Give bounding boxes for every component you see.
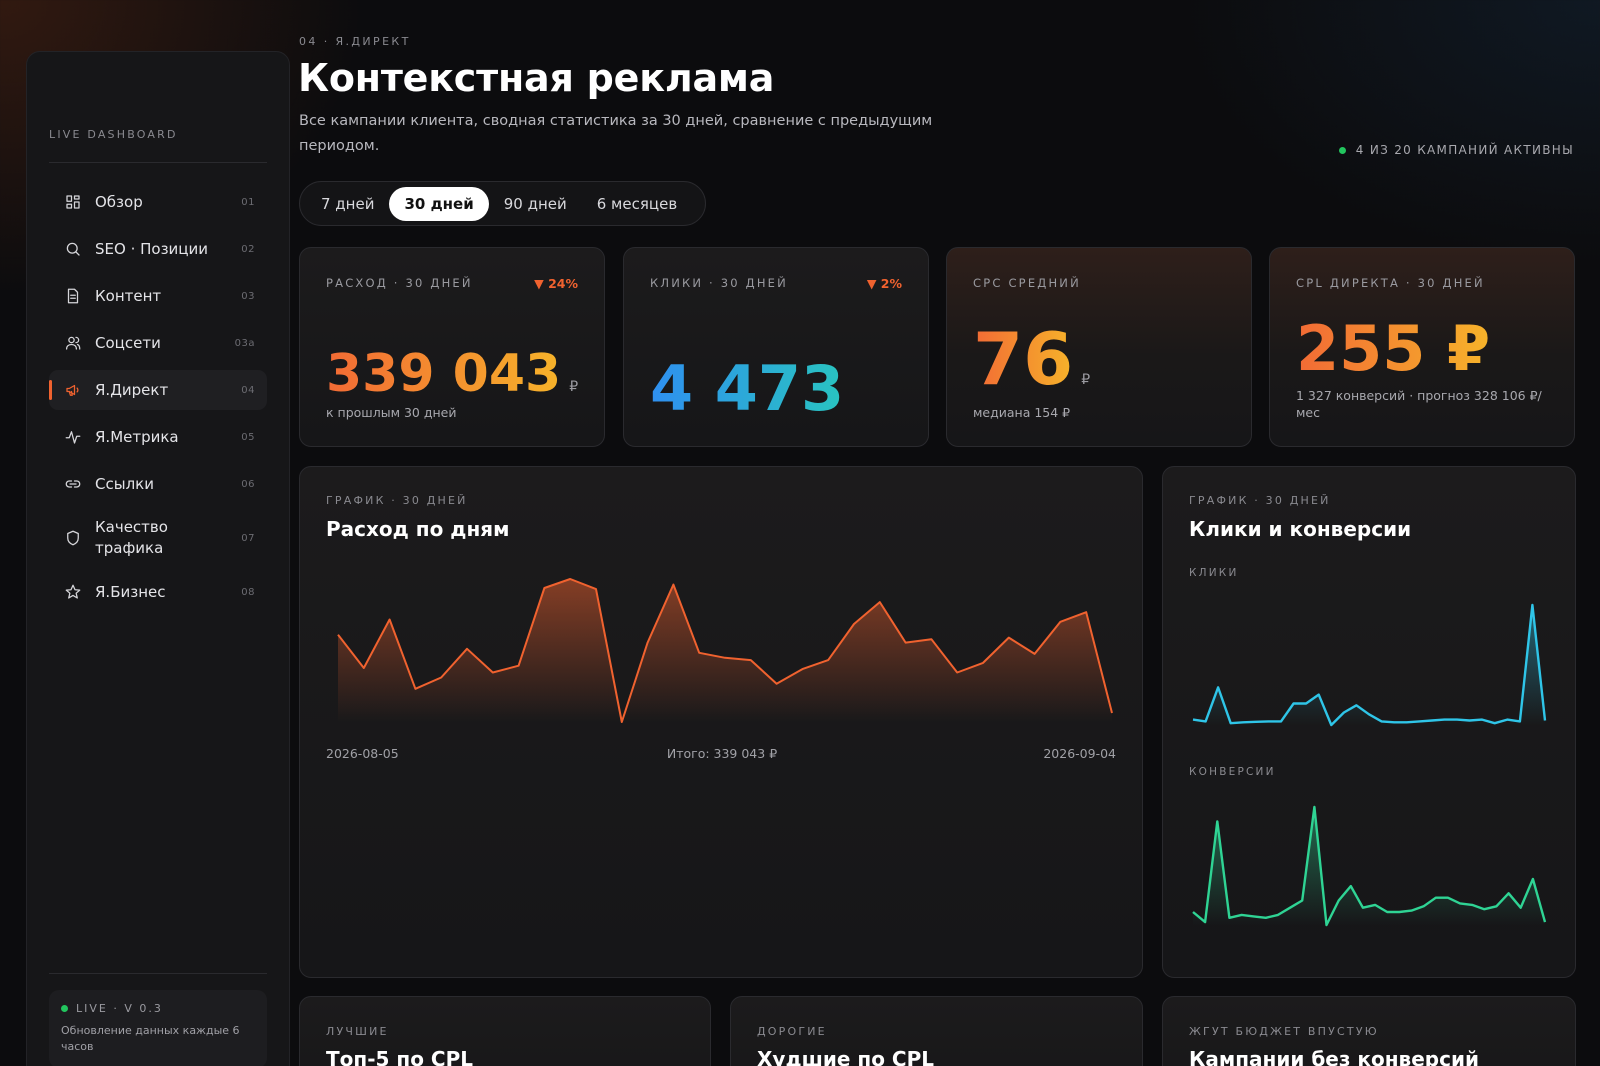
kpi-label: РАСХОД · 30 ДНЕЙ — [326, 276, 473, 290]
sidebar-item-label: Качество трафика — [95, 518, 168, 557]
kpi-value: 255 ₽ — [1296, 318, 1490, 380]
kpi-card-cpl: CPL ДИРЕКТА · 30 ДНЕЙ 255 ₽ 1 327 конвер… — [1269, 247, 1575, 447]
sidebar-item-metrika[interactable]: Я.Метрика 05 — [49, 417, 267, 457]
document-icon — [63, 286, 83, 306]
period-option-6m[interactable]: 6 месяцев — [582, 187, 692, 221]
kpi-value-number: 339 043 — [326, 344, 562, 404]
kpi-label: CPC СРЕДНИЙ — [973, 276, 1081, 290]
kpi-sub: медиана 154 ₽ — [973, 405, 1071, 420]
sidebar-item-number: 03 — [241, 290, 255, 302]
sidebar-item-label: Я.Директ — [95, 380, 169, 399]
link-icon — [63, 474, 83, 494]
sidebar-item-number: 05 — [241, 431, 255, 443]
sidebar-nav: Обзор 01 SEO · Позиции 02 Контент 03 Соц… — [49, 182, 267, 619]
spend-chart — [337, 578, 1113, 723]
sidebar-item-social[interactable]: Соцсети 03a — [49, 323, 267, 363]
page-subtitle: Все кампании клиента, сводная статистика… — [299, 113, 933, 154]
kpi-value: 76 ₽ — [973, 323, 1090, 395]
top5-cpl-card: ЛУЧШИЕ Топ-5 по CPL — [299, 996, 711, 1066]
sidebar-item-number: 06 — [241, 478, 255, 490]
clicks-conversions-chart — [1192, 603, 1547, 927]
sidebar-item-number: 03a — [234, 337, 255, 349]
card-eyebrow: ЖГУТ БЮДЖЕТ ВПУСТУЮ — [1189, 1025, 1379, 1038]
card-eyebrow: ДОРОГИЕ — [757, 1025, 827, 1038]
chart-x-end: 2026-09-04 — [1043, 746, 1116, 761]
kpi-delta: ▼ 2% — [866, 276, 902, 291]
grid-icon — [63, 192, 83, 212]
sidebar-item-traffic-quality[interactable]: Качество трафика 07 — [49, 511, 267, 565]
sidebar-item-number: 02 — [241, 243, 255, 255]
kpi-unit: ₽ — [569, 379, 579, 395]
spend-chart-card: ГРАФИК · 30 ДНЕЙ Расход по дням 2026-08-… — [299, 466, 1143, 978]
kpi-sub: к прошлым 30 дней — [326, 405, 457, 420]
campaign-status-text: 4 ИЗ 20 КАМПАНИЙ АКТИВНЫ — [1355, 143, 1574, 157]
status-dot-icon — [1338, 146, 1346, 154]
sidebar-item-direct[interactable]: Я.Директ 04 — [49, 370, 267, 410]
sidebar-item-number: 04 — [241, 384, 255, 396]
sidebar-item-number: 07 — [241, 532, 255, 544]
sidebar-divider — [49, 162, 267, 163]
card-title: Топ-5 по CPL — [326, 1047, 473, 1066]
period-option-90d[interactable]: 90 дней — [489, 187, 582, 221]
kpi-label: КЛИКИ · 30 ДНЕЙ — [650, 276, 788, 290]
worst-cpl-card: ДОРОГИЕ Худшие по CPL — [730, 996, 1143, 1066]
page-title: Контекстная реклама — [298, 56, 775, 100]
kpi-sub: 1 327 конверсий · прогноз 328 106 ₽/мес — [1296, 388, 1542, 420]
kpi-value: 339 043 ₽ — [326, 348, 578, 400]
sidebar: LIVE DASHBOARD Обзор 01 SEO · Позиции 02… — [26, 51, 290, 1066]
sidebar-item-number: 08 — [241, 586, 255, 598]
kpi-card-clicks: КЛИКИ · 30 ДНЕЙ ▼ 2% 4 473 — [623, 247, 929, 447]
sidebar-item-seo[interactable]: SEO · Позиции 02 — [49, 229, 267, 269]
kpi-value-number: 4 473 — [650, 352, 845, 425]
period-option-30d[interactable]: 30 дней — [389, 186, 489, 221]
kpi-value-number: 76 — [973, 317, 1074, 401]
star-icon — [63, 582, 83, 602]
chart-total: Итого: 339 043 ₽ — [666, 746, 778, 761]
sidebar-item-overview[interactable]: Обзор 01 — [49, 182, 267, 222]
card-title: Кампании без конверсий — [1189, 1047, 1479, 1066]
page-eyebrow: 04 · Я.ДИРЕКТ — [299, 35, 411, 48]
users-icon — [63, 333, 83, 353]
live-tag: LIVE · V 0.3 — [61, 1002, 255, 1015]
sidebar-item-label: Я.Бизнес — [95, 582, 166, 601]
sidebar-item-label: Соцсети — [95, 333, 161, 352]
kpi-value-number: 255 ₽ — [1296, 312, 1491, 385]
search-icon — [63, 239, 83, 259]
live-update-text: Обновление данных каждые 6 часов — [61, 1024, 240, 1053]
no-conversions-card: ЖГУТ БЮДЖЕТ ВПУСТУЮ Кампании без конверс… — [1162, 996, 1576, 1066]
sidebar-brand: LIVE DASHBOARD — [49, 128, 178, 141]
live-status-box: LIVE · V 0.3 Обновление данных каждые 6 … — [49, 990, 267, 1066]
sidebar-divider — [49, 973, 267, 974]
clicks-conversions-card: ГРАФИК · 30 ДНЕЙ Клики и конверсии КЛИКИ… — [1162, 466, 1576, 978]
period-option-7d[interactable]: 7 дней — [306, 187, 389, 221]
sidebar-item-content[interactable]: Контент 03 — [49, 276, 267, 316]
sidebar-item-label: SEO · Позиции — [95, 239, 208, 258]
kpi-card-cpc: CPC СРЕДНИЙ 76 ₽ медиана 154 ₽ — [946, 247, 1252, 447]
live-dot-icon — [61, 1005, 68, 1012]
period-selector: 7 дней 30 дней 90 дней 6 месяцев — [299, 181, 706, 226]
kpi-unit: ₽ — [1081, 372, 1091, 388]
sidebar-item-label: Обзор — [95, 192, 143, 211]
card-title: Худшие по CPL — [757, 1047, 934, 1066]
sidebar-item-business[interactable]: Я.Бизнес 08 — [49, 572, 267, 612]
megaphone-icon — [63, 380, 83, 400]
sidebar-item-links[interactable]: Ссылки 06 — [49, 464, 267, 504]
pulse-icon — [63, 427, 83, 447]
kpi-label: CPL ДИРЕКТА · 30 ДНЕЙ — [1296, 276, 1485, 290]
shield-icon — [63, 528, 83, 548]
sidebar-item-label: Контент — [95, 286, 162, 305]
campaign-status: 4 ИЗ 20 КАМПАНИЙ АКТИВНЫ — [1338, 143, 1574, 157]
sidebar-item-label: Я.Метрика — [95, 427, 179, 446]
live-version: LIVE · V 0.3 — [76, 1002, 163, 1015]
conversions-line — [1192, 805, 1547, 927]
clicks-area — [1193, 605, 1545, 725]
clicks-line — [1192, 603, 1547, 727]
sidebar-item-label: Ссылки — [95, 474, 154, 493]
kpi-value: 4 473 — [650, 358, 844, 420]
sidebar-item-number: 01 — [241, 196, 255, 208]
card-eyebrow: ЛУЧШИЕ — [326, 1025, 389, 1038]
kpi-card-spend: РАСХОД · 30 ДНЕЙ ▼ 24% 339 043 ₽ к прошлы… — [299, 247, 605, 447]
kpi-delta: ▼ 24% — [534, 276, 578, 291]
